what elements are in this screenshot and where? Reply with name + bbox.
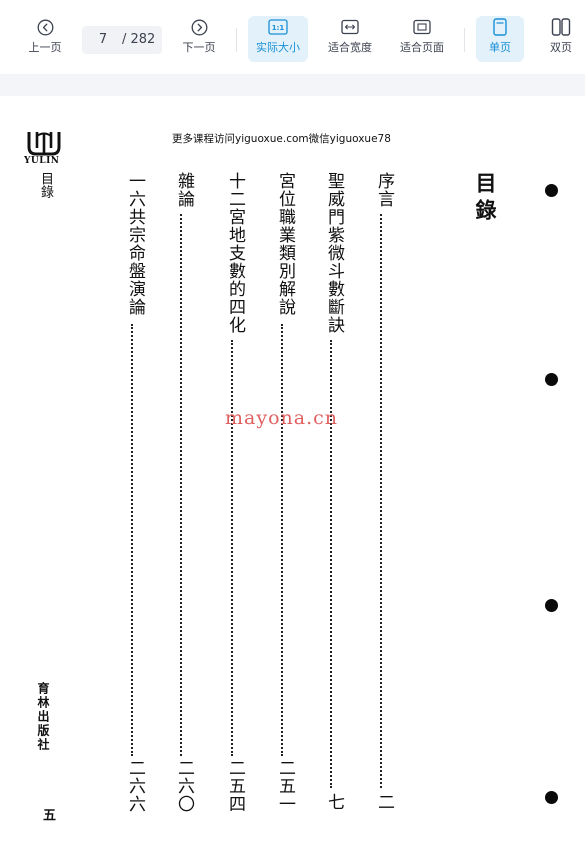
punch-hole — [545, 184, 558, 197]
toc-entry-title: 序言 — [374, 172, 394, 208]
dot-leader — [131, 324, 133, 756]
header-line: 更多课程访问yiguoxue.com微信yiguoxue78 — [172, 133, 391, 145]
prev-page-button[interactable]: 上一页 — [22, 16, 68, 62]
actual-size-button[interactable]: 1:1 实际大小 — [248, 16, 308, 62]
page-number: 五 — [40, 808, 55, 821]
prev-page-label: 上一页 — [28, 41, 62, 54]
logo-text: YULIN — [24, 156, 60, 166]
actual-size-label: 实际大小 — [256, 41, 300, 54]
toolbar-divider — [464, 28, 465, 52]
toc-entry-title: 一六共宗命盤演論 — [125, 172, 145, 316]
toc-entry-page: 二六六 — [125, 759, 145, 813]
punch-hole — [545, 791, 558, 804]
page-number-box: 7 / 282 — [82, 26, 162, 54]
svg-text:1:1: 1:1 — [272, 24, 285, 32]
single-page-icon — [476, 16, 524, 38]
fit-page-label: 适合页面 — [400, 41, 444, 54]
publisher-logo-icon — [27, 132, 61, 156]
single-page-label: 单页 — [489, 41, 511, 54]
toc-title: 目錄 — [473, 172, 498, 226]
fit-width-button[interactable]: 适合宽度 — [322, 16, 378, 62]
next-page-button[interactable]: 下一页 — [176, 16, 222, 62]
actual-size-icon: 1:1 — [248, 16, 308, 38]
viewer-toolbar: 上一页 7 / 282 下一页 1:1 实际大小 适合宽度 适合页面 单页 双页 — [0, 0, 585, 74]
chevron-left-circle-icon — [22, 16, 68, 38]
toc-entry-page: 二五四 — [225, 759, 245, 813]
punch-hole — [545, 373, 558, 386]
toc-entry-title: 聖威門紫微斗數斷訣 — [324, 172, 344, 334]
fit-page-button[interactable]: 适合页面 — [394, 16, 450, 62]
document-page[interactable]: YULIN 更多课程访问yiguoxue.com微信yiguoxue78 目錄 … — [0, 96, 585, 842]
toolbar-divider — [236, 28, 237, 52]
total-pages: / 282 — [122, 32, 156, 47]
double-page-button[interactable]: 双页 — [540, 16, 582, 62]
next-page-label: 下一页 — [182, 41, 216, 54]
toc-entry-title: 宮位職業類別解說 — [275, 172, 295, 316]
dot-leader — [231, 340, 233, 756]
chevron-right-circle-icon — [176, 16, 222, 38]
toc-entry-page: 二五一 — [275, 759, 295, 813]
publisher-name: 育林出版社 — [36, 682, 50, 752]
double-page-label: 双页 — [550, 41, 572, 54]
current-page-input[interactable]: 7 — [88, 32, 118, 47]
page-gap — [0, 74, 585, 96]
dot-leader — [380, 214, 382, 788]
toc-entry-title: 十二宮地支數的四化 — [225, 172, 245, 334]
double-page-icon — [540, 16, 582, 38]
toc-entry-page: 七 — [324, 793, 344, 811]
side-label: 目錄 — [38, 172, 53, 198]
fit-page-icon — [394, 16, 450, 38]
dot-leader — [180, 214, 182, 756]
fit-width-label: 适合宽度 — [328, 41, 372, 54]
watermark: mayona.cn — [225, 407, 338, 429]
dot-leader — [281, 324, 283, 756]
punch-hole — [545, 599, 558, 612]
toc-entry-page: 二 — [374, 793, 394, 811]
fit-width-icon — [322, 16, 378, 38]
toc-entry-page: 二六〇 — [174, 759, 194, 813]
toc-entry-title: 雜論 — [174, 172, 194, 208]
single-page-button[interactable]: 单页 — [476, 16, 524, 62]
